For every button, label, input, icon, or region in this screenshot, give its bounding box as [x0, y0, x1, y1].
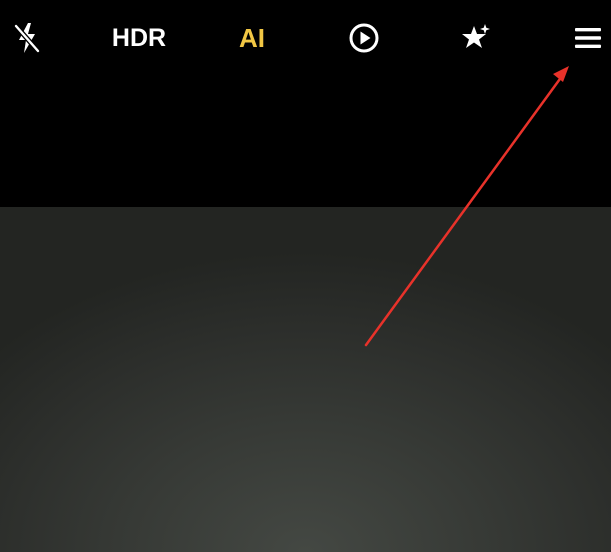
filter-effects-button[interactable] — [452, 14, 500, 62]
hdr-toggle-button[interactable]: HDR — [106, 14, 172, 62]
flash-off-icon — [14, 23, 40, 53]
live-photo-play-icon — [349, 23, 379, 53]
flash-toggle-button[interactable] — [4, 14, 50, 62]
top-black-area — [0, 76, 611, 207]
live-photo-button[interactable] — [340, 14, 388, 62]
ai-toggle-button[interactable]: AI — [228, 14, 276, 62]
hdr-label: HDR — [111, 23, 167, 52]
camera-top-toolbar: HDR AI — [0, 0, 611, 76]
sparkle-star-icon — [462, 24, 490, 48]
hamburger-menu-icon — [575, 28, 601, 48]
ai-label: AI — [239, 23, 265, 53]
camera-viewfinder[interactable] — [0, 207, 611, 552]
camera-screen: HDR AI — [0, 0, 611, 552]
menu-button[interactable] — [564, 14, 611, 62]
